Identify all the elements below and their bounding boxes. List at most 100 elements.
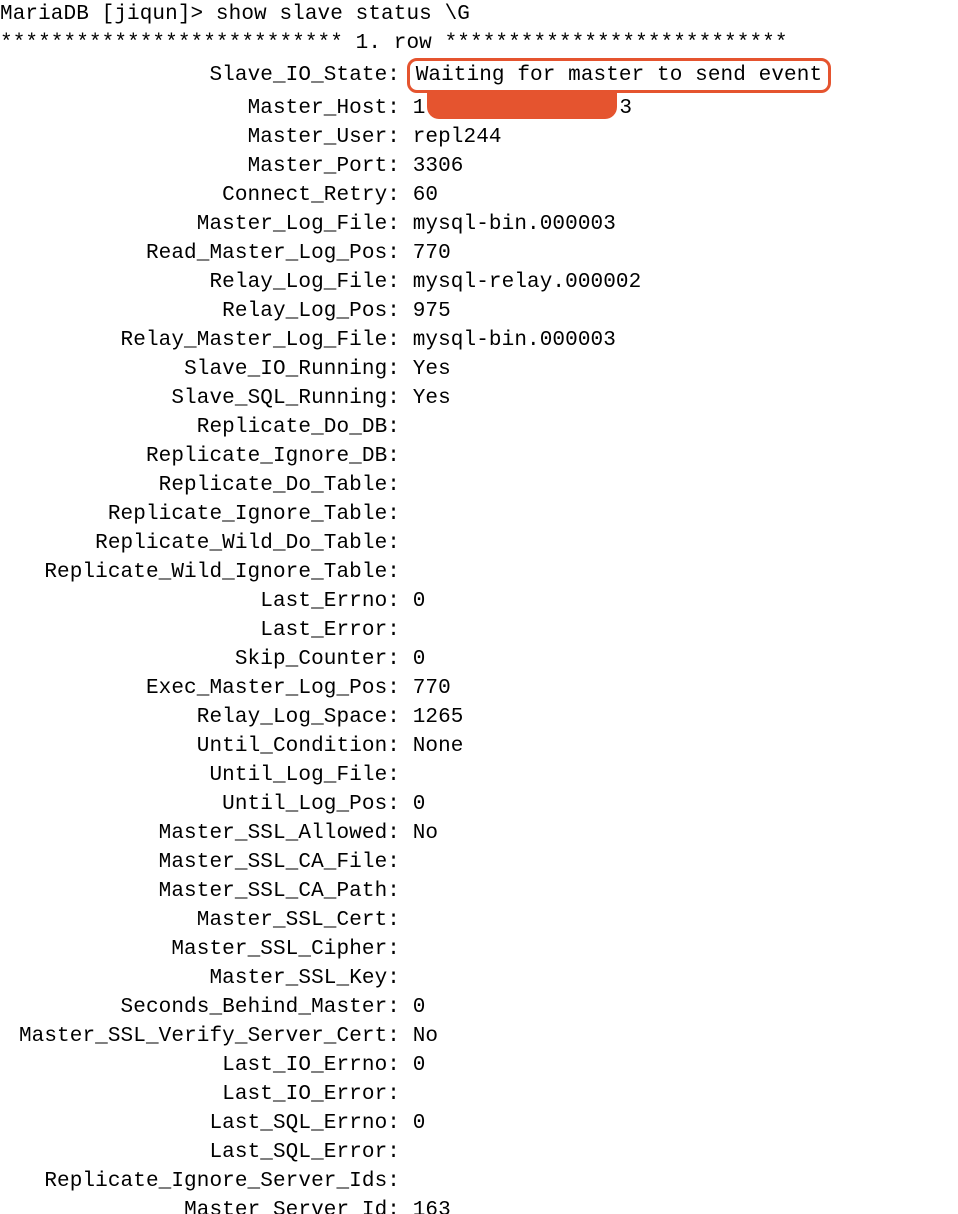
status-row: Master_SSL_CA_Path:: [0, 880, 413, 903]
field-label: Master_Server_Id:: [0, 1196, 400, 1214]
field-label: Last_SQL_Error:: [0, 1138, 400, 1167]
status-row: Relay_Log_Space: 1265: [0, 706, 464, 729]
field-value: 0: [413, 645, 426, 674]
status-row: Relay_Log_File: mysql-relay.000002: [0, 271, 641, 294]
field-label: Replicate_Do_Table:: [0, 471, 400, 500]
status-row: Last_SQL_Error:: [0, 1141, 413, 1164]
master-host-value: 13: [413, 93, 632, 123]
field-label: Last_Errno:: [0, 587, 400, 616]
slave-io-state-value: Waiting for master to send event: [407, 58, 831, 93]
field-label: Last_SQL_Errno:: [0, 1109, 400, 1138]
status-row: Master_SSL_Cipher:: [0, 938, 413, 961]
field-value: repl244: [413, 123, 502, 152]
field-value: None: [413, 732, 464, 761]
field-label: Master_SSL_Cert:: [0, 906, 400, 935]
field-label: Master_SSL_CA_Path:: [0, 877, 400, 906]
field-value: 0: [413, 1109, 426, 1138]
field-label: Replicate_Wild_Do_Table:: [0, 529, 400, 558]
status-row: Master_Log_File: mysql-bin.000003: [0, 213, 616, 236]
status-row: Until_Log_Pos: 0: [0, 793, 425, 816]
field-label: Until_Log_Pos:: [0, 790, 400, 819]
field-value: Yes: [413, 355, 451, 384]
status-row: Until_Condition: None: [0, 735, 464, 758]
status-row: Connect_Retry: 60: [0, 184, 438, 207]
terminal-output: MariaDB [jiqun]> show slave status \G **…: [0, 0, 958, 1214]
status-row: Replicate_Do_DB:: [0, 416, 413, 439]
status-row: Last_Error:: [0, 619, 413, 642]
status-row: Last_Errno: 0: [0, 590, 425, 613]
status-row: Seconds_Behind_Master: 0: [0, 996, 425, 1019]
status-row: Master_Server_Id: 163: [0, 1199, 451, 1214]
field-label: Until_Log_File:: [0, 761, 400, 790]
status-row: Slave_IO_Running: Yes: [0, 358, 451, 381]
field-value: 1265: [413, 703, 464, 732]
status-row: Slave_SQL_Running: Yes: [0, 387, 451, 410]
field-label: Replicate_Ignore_DB:: [0, 442, 400, 471]
status-row: Last_IO_Errno: 0: [0, 1054, 425, 1077]
status-row: Master_SSL_Allowed: No: [0, 822, 438, 845]
divider-line: *************************** 1. row *****…: [0, 32, 788, 55]
status-row: Until_Log_File:: [0, 764, 413, 787]
field-value: 163: [413, 1196, 451, 1214]
field-value: mysql-bin.000003: [413, 210, 616, 239]
status-row: Read_Master_Log_Pos: 770: [0, 242, 451, 265]
field-value: Yes: [413, 384, 451, 413]
field-label: Master_Port:: [0, 152, 400, 181]
field-label: Master_SSL_Key:: [0, 964, 400, 993]
field-label: Read_Master_Log_Pos:: [0, 239, 400, 268]
status-row: Master_Host: 13: [0, 97, 632, 120]
status-row: Master_Port: 3306: [0, 155, 464, 178]
field-label: Relay_Log_Space:: [0, 703, 400, 732]
field-label: Last_IO_Errno:: [0, 1051, 400, 1080]
field-value: 0: [413, 587, 426, 616]
status-row: Master_SSL_Verify_Server_Cert: No: [0, 1025, 438, 1048]
status-row: Master_SSL_Key:: [0, 967, 413, 990]
field-value: 770: [413, 674, 451, 703]
status-row: Exec_Master_Log_Pos: 770: [0, 677, 451, 700]
status-row: Replicate_Ignore_Server_Ids:: [0, 1170, 413, 1193]
field-label: Relay_Master_Log_File:: [0, 326, 400, 355]
status-row: Relay_Master_Log_File: mysql-bin.000003: [0, 329, 616, 352]
field-value: 0: [413, 993, 426, 1022]
status-row: Replicate_Ignore_DB:: [0, 445, 413, 468]
field-label: Relay_Log_Pos:: [0, 297, 400, 326]
status-row: Skip_Counter: 0: [0, 648, 425, 671]
status-row: Replicate_Wild_Do_Table:: [0, 532, 413, 555]
status-row: Last_SQL_Errno: 0: [0, 1112, 425, 1135]
field-label: Replicate_Wild_Ignore_Table:: [0, 558, 400, 587]
field-label: Relay_Log_File:: [0, 268, 400, 297]
field-label: Master_SSL_Verify_Server_Cert:: [0, 1022, 400, 1051]
field-label: Master_Log_File:: [0, 210, 400, 239]
field-value: 3306: [413, 152, 464, 181]
field-value: 60: [413, 181, 438, 210]
field-label: Replicate_Do_DB:: [0, 413, 400, 442]
field-value: No: [413, 819, 438, 848]
field-value: mysql-relay.000002: [413, 268, 642, 297]
status-row: Replicate_Ignore_Table:: [0, 503, 413, 526]
field-value: 0: [413, 1051, 426, 1080]
field-value: No: [413, 1022, 438, 1051]
field-label: Until_Condition:: [0, 732, 400, 761]
field-label: Master_SSL_CA_File:: [0, 848, 400, 877]
status-row: Master_SSL_CA_File:: [0, 851, 413, 874]
field-label: Exec_Master_Log_Pos:: [0, 674, 400, 703]
status-row: Master_User: repl244: [0, 126, 502, 149]
field-label: Seconds_Behind_Master:: [0, 993, 400, 1022]
field-label: Skip_Counter:: [0, 645, 400, 674]
field-value: 770: [413, 239, 451, 268]
status-row: Last_IO_Error:: [0, 1083, 413, 1106]
field-label: Replicate_Ignore_Table:: [0, 500, 400, 529]
field-label: Slave_IO_State:: [0, 61, 400, 90]
prompt-line: MariaDB [jiqun]> show slave status \G: [0, 3, 470, 26]
field-label: Replicate_Ignore_Server_Ids:: [0, 1167, 400, 1196]
redaction-box: [427, 93, 617, 119]
field-label: Master_Host:: [0, 94, 400, 123]
field-value: 0: [413, 790, 426, 819]
status-row: Replicate_Wild_Ignore_Table:: [0, 561, 413, 584]
field-label: Last_IO_Error:: [0, 1080, 400, 1109]
status-row: Replicate_Do_Table:: [0, 474, 413, 497]
field-label: Slave_SQL_Running:: [0, 384, 400, 413]
field-label: Connect_Retry:: [0, 181, 400, 210]
field-value: 975: [413, 297, 451, 326]
field-label: Last_Error:: [0, 616, 400, 645]
